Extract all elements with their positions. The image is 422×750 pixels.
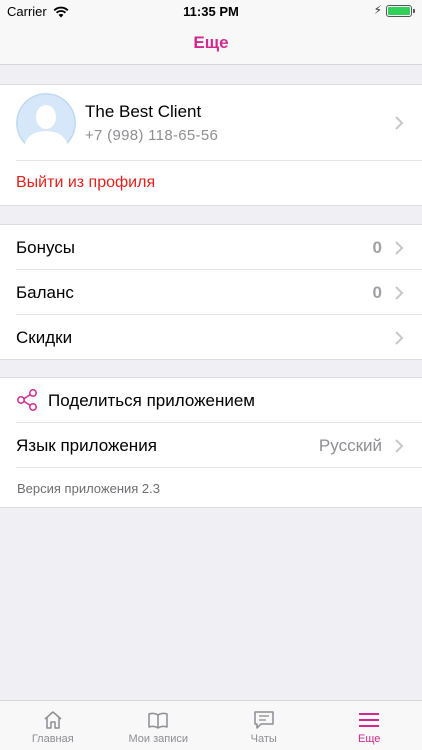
home-icon <box>44 711 62 729</box>
app-version: Версия приложения 2.3 <box>17 480 160 496</box>
tab-bar: Главная Мои записи Чаты Еще <box>0 700 422 750</box>
tab-my-bookings-label: Мои записи <box>128 733 188 745</box>
language-label: Язык приложения <box>16 435 157 455</box>
share-row[interactable]: Поделиться приложением <box>0 378 422 423</box>
account-section: Бонусы 0 Баланс 0 Скидки <box>0 224 422 360</box>
tab-chats-label: Чаты <box>250 733 277 745</box>
logout-row[interactable]: Выйти из профиля <box>0 161 422 205</box>
book-icon <box>148 712 168 729</box>
avatar <box>16 93 76 153</box>
discounts-row[interactable]: Скидки <box>0 315 422 360</box>
status-time: 11:35 PM <box>183 4 239 19</box>
profile-name: The Best Client <box>85 102 202 121</box>
chat-icon <box>254 711 274 729</box>
menu-icon <box>359 713 380 727</box>
status-bar: Carrier 11:35 PM ⚡ <box>0 0 422 22</box>
charging-icon: ⚡ <box>373 3 382 17</box>
page-title: Еще <box>193 33 229 52</box>
battery-icon <box>386 5 415 17</box>
navigation-bar: Еще <box>0 22 422 65</box>
user-placeholder-icon <box>16 93 76 153</box>
share-label: Поделиться приложением <box>48 390 255 410</box>
tab-home-label: Главная <box>31 733 74 745</box>
tab-more-label: Еще <box>358 733 381 745</box>
tab-my-bookings[interactable]: Мои записи <box>106 701 212 750</box>
chevron-right-icon <box>395 116 404 130</box>
language-value: Русский <box>318 435 382 455</box>
bonuses-row[interactable]: Бонусы 0 <box>0 225 422 270</box>
profile-section: The Best Client +7 (998) 118-65-56 Выйти… <box>0 84 422 206</box>
balance-label: Баланс <box>16 282 74 302</box>
profile-phone: +7 (998) 118-65-56 <box>85 127 219 144</box>
discounts-label: Скидки <box>16 327 73 347</box>
bonuses-label: Бонусы <box>16 237 76 257</box>
bonuses-value: 0 <box>372 237 382 257</box>
share-icon <box>17 389 37 411</box>
balance-row[interactable]: Баланс 0 <box>0 270 422 315</box>
tab-home[interactable]: Главная <box>0 701 106 750</box>
chevron-right-icon <box>395 330 404 345</box>
version-row: Версия приложения 2.3 <box>0 468 422 508</box>
chevron-right-icon <box>395 438 404 453</box>
tab-more[interactable]: Еще <box>317 701 422 750</box>
tab-chats[interactable]: Чаты <box>211 701 317 750</box>
profile-row[interactable]: The Best Client +7 (998) 118-65-56 <box>0 85 422 161</box>
chevron-right-icon <box>395 285 404 300</box>
logout-button[interactable]: Выйти из профиля <box>16 174 155 192</box>
app-section: Поделиться приложением Язык приложения Р… <box>0 377 422 508</box>
chevron-right-icon <box>395 240 404 255</box>
balance-value: 0 <box>372 282 382 302</box>
more-screen: Carrier 11:35 PM ⚡ Еще The Best Client +… <box>0 0 422 750</box>
language-row[interactable]: Язык приложения Русский <box>0 423 422 468</box>
